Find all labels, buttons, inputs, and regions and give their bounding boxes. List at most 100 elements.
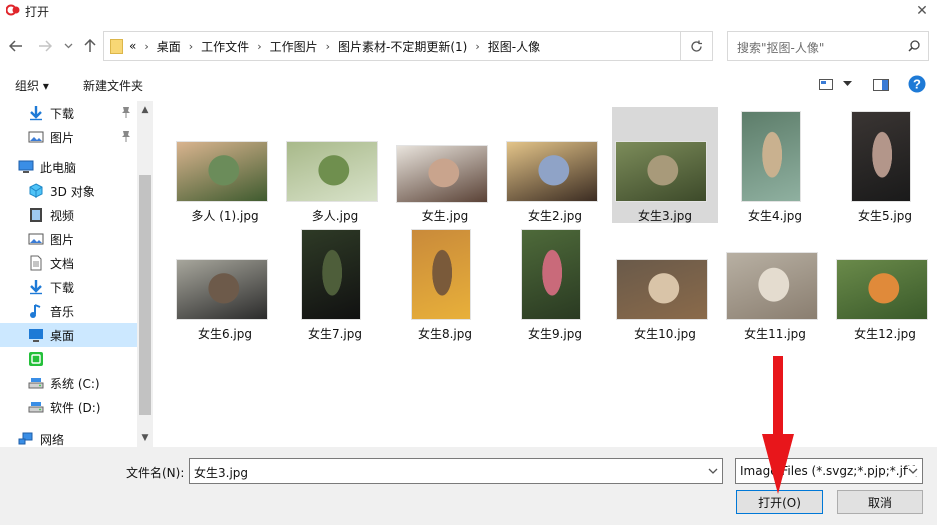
sidebar-item[interactable]: 文档 [0,251,137,275]
sidebar-item-label: 3D 对象 [50,185,95,199]
new-folder-button[interactable]: 新建文件夹 [83,77,143,94]
view-dropdown-icon[interactable] [843,81,852,87]
breadcrumb-separator[interactable]: › [320,40,336,53]
sidebar-item-label: 网络 [40,433,65,447]
file-item[interactable]: 女生6.jpg [172,225,278,341]
sidebar-item[interactable]: 图片 [0,227,137,251]
svg-text:?: ? [913,77,921,92]
scroll-thumb[interactable] [139,175,151,415]
video-icon [28,207,44,223]
up-button[interactable] [82,38,98,54]
file-item[interactable]: 女生8.jpg [392,225,498,341]
sidebar-item[interactable]: 系统 (C:) [0,371,137,395]
file-item[interactable]: 多人.jpg [282,107,388,223]
view-options-icon[interactable] [819,79,833,90]
refresh-button[interactable] [681,31,713,61]
sidebar-item[interactable]: 此电脑 [0,155,137,179]
breadcrumb-separator[interactable]: › [251,40,267,53]
file-thumbnail [506,141,598,202]
sidebar-item[interactable] [0,347,137,371]
breadcrumb-work-files[interactable]: 工作文件 [199,38,251,55]
sidebar-item-label: 此电脑 [40,161,77,175]
file-item[interactable]: 女生4.jpg [722,107,828,223]
file-thumbnail [836,259,928,320]
search-input[interactable]: 搜索"抠图-人像" [727,31,929,61]
address-bar[interactable]: « › 桌面 › 工作文件 › 工作图片 › 图片素材-不定期更新(1) › 抠… [103,31,766,61]
network-icon [18,431,34,447]
breadcrumb-desktop[interactable]: 桌面 [155,38,183,55]
file-name: 女生9.jpg [527,327,583,341]
file-name: 女生8.jpg [417,327,473,341]
breadcrumb-cutout-portraits[interactable]: 抠图-人像 [486,38,542,55]
breadcrumb-overflow[interactable]: « [127,39,138,53]
file-name: 女生3.jpg [637,209,693,223]
sidebar-item[interactable]: 软件 (D:) [0,395,137,419]
sidebar-item[interactable]: 图片 [0,125,137,149]
file-thumbnail [726,252,818,320]
sidebar-item[interactable]: 网络 [0,427,137,447]
sidebar-item[interactable]: 桌面 [0,323,137,347]
sidebar-item[interactable]: 3D 对象 [0,179,137,203]
navigation-pane: 网络 软件 (D:) 系统 (C:) 桌面 音乐 下载 文档 图片 视频 3D 对象 此电脑 图片 下载… [0,101,153,447]
file-item[interactable]: 女生10.jpg [612,225,718,341]
nav-scrollbar[interactable]: ▲ ▼ [137,101,153,447]
file-name: 女生.jpg [421,209,469,223]
file-name: 女生5.jpg [857,209,913,223]
file-name: 多人.jpg [311,209,359,223]
sidebar-item[interactable]: 下载 [0,275,137,299]
file-name: 女生6.jpg [197,327,253,341]
filename-field[interactable]: 女生3.jpg [189,458,723,484]
forward-button[interactable] [37,38,53,54]
file-item[interactable]: 女生7.jpg [282,225,388,341]
file-item[interactable]: 女生.jpg [392,107,498,223]
breadcrumb-separator[interactable]: › [469,40,485,53]
preview-pane-icon[interactable] [873,79,889,91]
breadcrumb-separator[interactable]: › [138,40,154,53]
close-button[interactable]: ✕ [907,0,937,22]
cancel-button[interactable]: 取消 [837,490,923,514]
download-icon [28,279,44,295]
sidebar-item[interactable]: 音乐 [0,299,137,323]
file-item[interactable]: 女生9.jpg [502,225,608,341]
file-name: 女生11.jpg [744,327,806,341]
sidebar-item[interactable]: 视频 [0,203,137,227]
file-item[interactable]: 多人 (1).jpg [172,107,278,223]
open-file-dialog: 打开 ✕ « › 桌面 › 工作文件 › 工作图片 › 图片素材-不定期更新(1… [0,0,937,525]
breadcrumb-separator[interactable]: › [183,40,199,53]
file-name: 女生7.jpg [307,327,363,341]
scroll-down-icon[interactable]: ▼ [140,433,150,443]
music-icon [28,303,44,319]
file-thumbnail [616,259,708,320]
breadcrumb-work-images[interactable]: 工作图片 [268,38,320,55]
command-bar: 组织 ▾ 新建文件夹 ? [0,70,937,100]
file-item[interactable]: 女生5.jpg [832,107,937,223]
computer-icon [18,159,34,175]
sidebar-item-label: 文档 [50,257,75,271]
file-item[interactable]: 女生3.jpg [612,107,718,223]
drive-icon [28,399,44,415]
file-item[interactable]: 女生12.jpg [832,225,937,341]
app-icon [28,351,44,367]
help-icon[interactable]: ? [908,75,926,93]
open-button-label: 打开(O) [758,495,801,510]
organize-menu[interactable]: 组织 ▾ [15,77,49,94]
pictures-icon [28,129,44,145]
recent-locations-button[interactable] [62,38,74,54]
search-placeholder: 搜索"抠图-人像" [737,41,825,55]
3d-objects-icon [28,183,44,199]
file-item[interactable]: 女生2.jpg [502,107,608,223]
file-name: 女生10.jpg [634,327,696,341]
pictures-icon [28,231,44,247]
chevron-down-icon [908,466,918,476]
search-icon [908,40,920,52]
sidebar-item[interactable]: 下载 [0,101,137,125]
drive-icon [28,375,44,391]
file-item[interactable]: 女生11.jpg [722,225,828,341]
file-thumbnail [521,229,581,320]
scroll-up-icon[interactable]: ▲ [140,105,150,115]
file-thumbnail [741,111,801,202]
breadcrumb-image-assets[interactable]: 图片素材-不定期更新(1) [336,38,469,55]
back-button[interactable] [8,38,24,54]
arrow-left-icon [9,40,22,52]
chevron-down-icon[interactable] [708,466,718,476]
